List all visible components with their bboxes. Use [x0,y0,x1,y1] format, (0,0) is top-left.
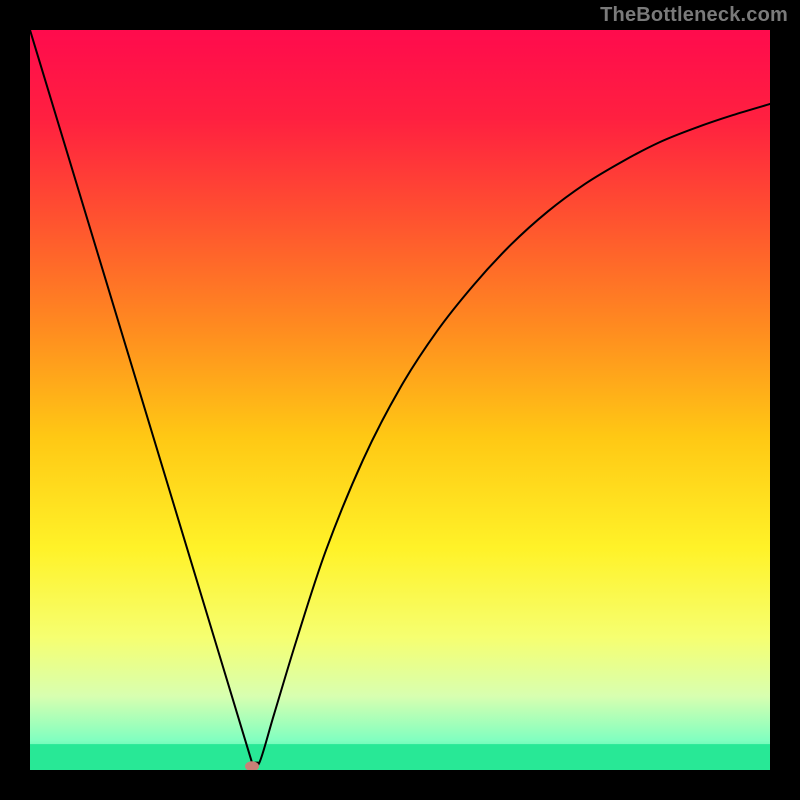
bottleneck-chart [30,30,770,770]
green-band [30,744,770,770]
watermark-text: TheBottleneck.com [600,4,788,27]
gradient-background [30,30,770,770]
plot-area [30,30,770,770]
chart-frame: TheBottleneck.com [0,0,800,800]
